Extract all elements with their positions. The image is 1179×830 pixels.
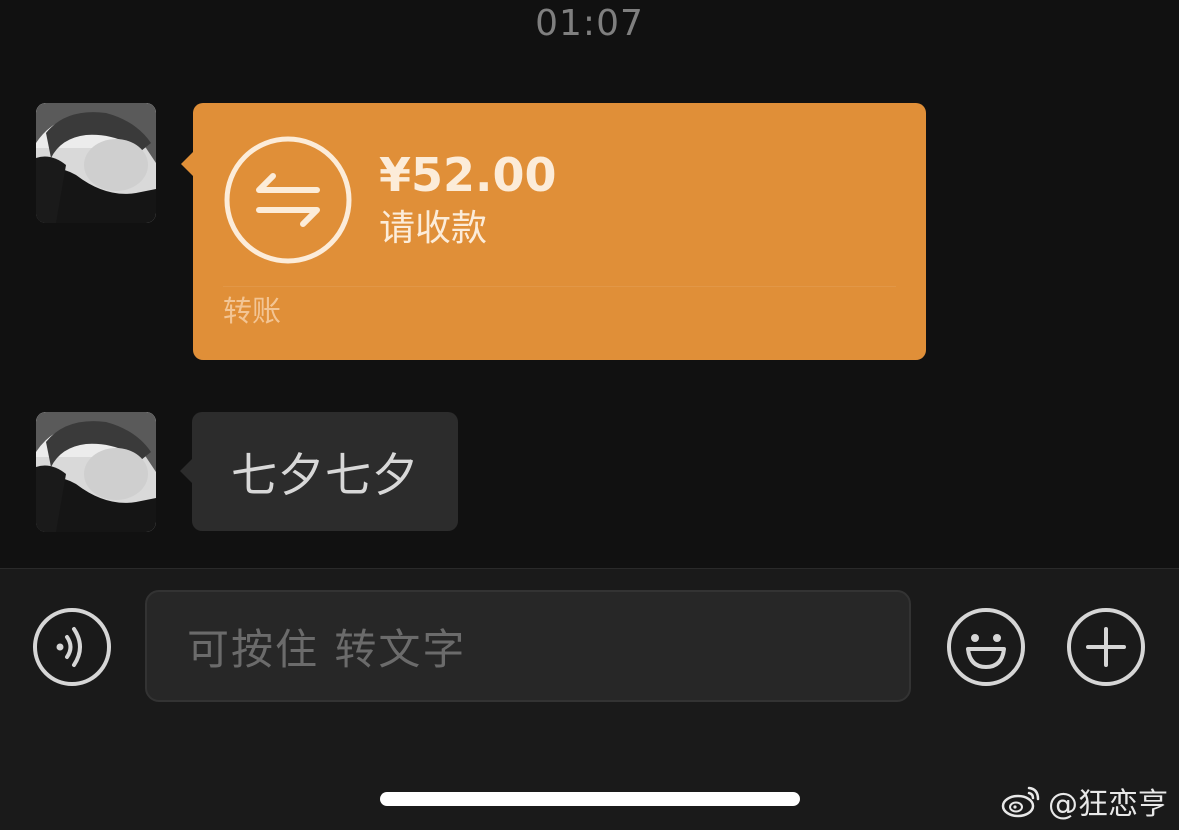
watermark-text: @狂恋亨 <box>1048 787 1168 822</box>
bubble-tail <box>181 152 193 176</box>
home-indicator[interactable] <box>380 792 800 806</box>
emoji-icon <box>947 608 1025 686</box>
transfer-arrows-icon <box>224 136 352 264</box>
voice-button[interactable] <box>32 607 112 687</box>
plus-icon <box>1067 608 1145 686</box>
transfer-message-bubble[interactable]: ¥52.00 请收款 转账 <box>181 103 926 360</box>
chat-input-bar: 可按住 转文字 @狂恋亨 <box>0 568 1179 830</box>
more-options-button[interactable] <box>1066 607 1146 687</box>
bubble-tail <box>180 459 192 483</box>
weibo-logo-icon <box>1001 786 1040 818</box>
transfer-amount: ¥52.00 <box>379 148 557 202</box>
bubble-divider <box>223 286 896 287</box>
transfer-status: 请收款 <box>379 208 488 249</box>
contact-avatar[interactable] <box>36 412 156 532</box>
contact-avatar[interactable] <box>36 103 156 223</box>
weibo-watermark: @狂恋亨 <box>1000 781 1168 822</box>
message-timestamp: 01:07 <box>535 3 644 44</box>
avatar-photo <box>36 412 156 532</box>
message-input[interactable]: 可按住 转文字 <box>145 590 911 702</box>
message-text: 七夕七夕 <box>231 447 419 502</box>
emoji-button[interactable] <box>946 607 1026 687</box>
text-message-bubble[interactable]: 七夕七夕 <box>180 412 458 531</box>
avatar-photo <box>36 103 156 223</box>
transfer-label: 转账 <box>223 294 282 328</box>
voice-icon <box>33 608 111 686</box>
